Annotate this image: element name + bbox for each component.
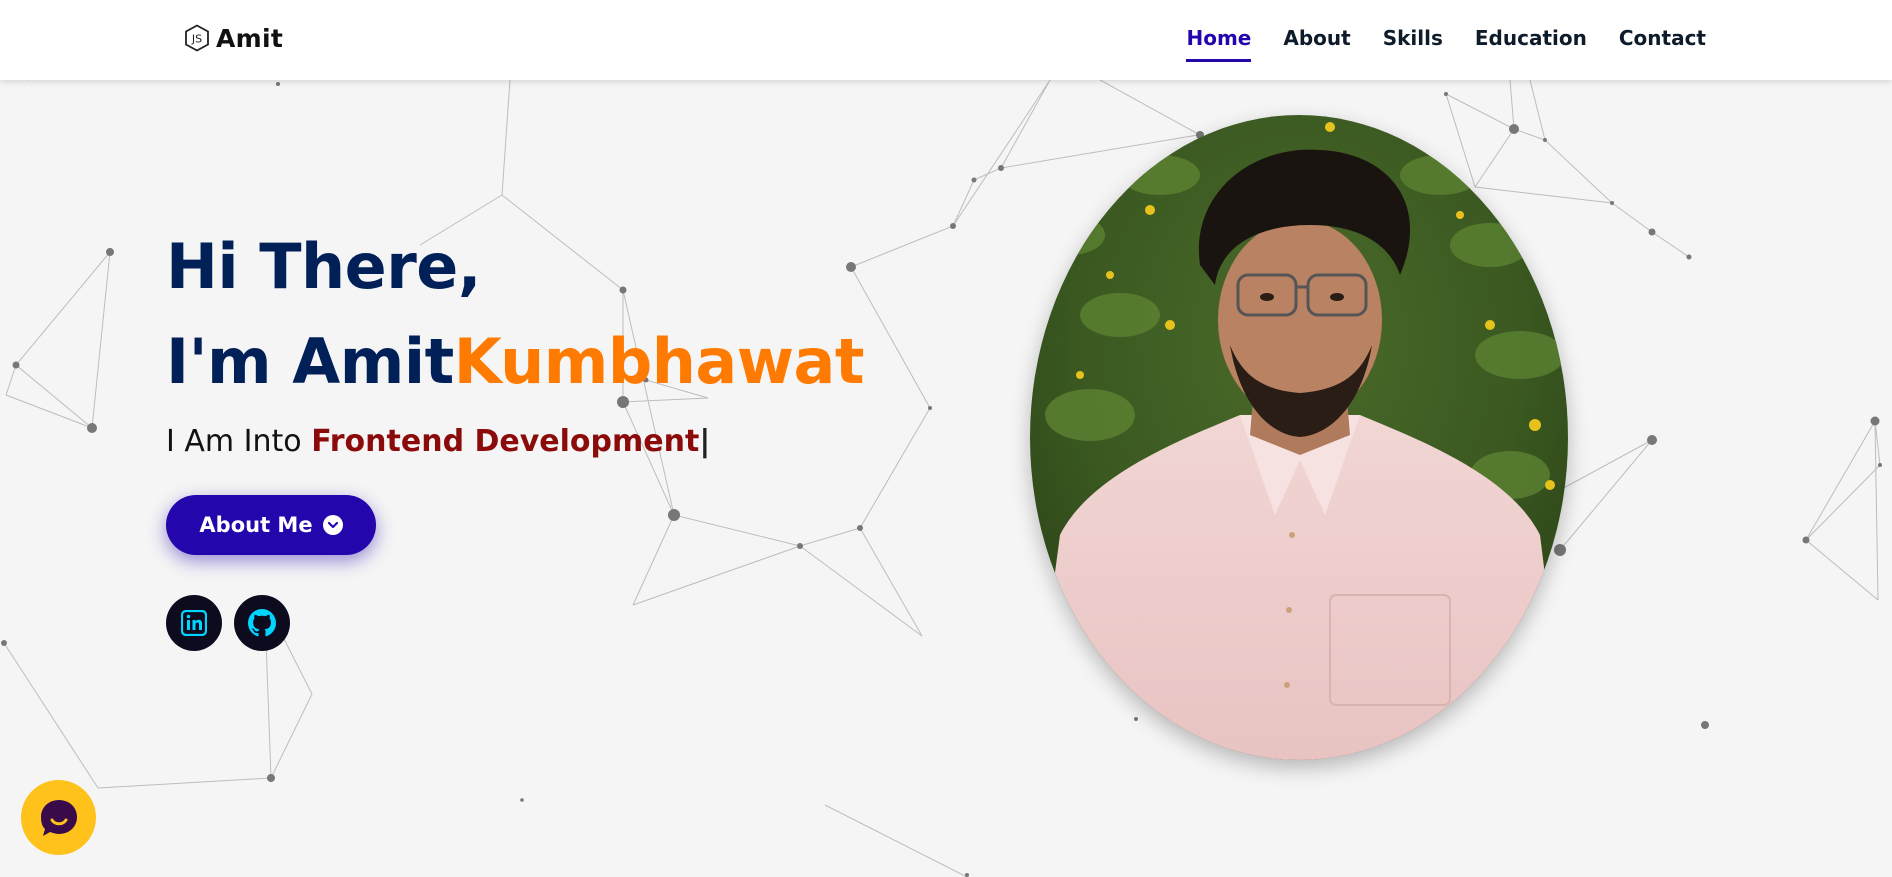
profile-photo-illustration	[1030, 115, 1568, 760]
github-icon	[248, 609, 276, 637]
linkedin-icon	[181, 610, 207, 636]
hero-subtitle: I Am Into Frontend Development|	[166, 424, 710, 459]
linkedin-link[interactable]	[166, 595, 222, 651]
navbar: JS Amit Home About Skills Education Cont…	[0, 0, 1892, 80]
nodejs-hexagon-icon: JS	[185, 24, 209, 52]
hero-name: I'm AmitKumbhawat	[166, 325, 865, 398]
typing-cursor: |	[699, 424, 711, 459]
hero-name-highlight: Kumbhawat	[453, 325, 865, 398]
nav-skills[interactable]: Skills	[1383, 25, 1443, 62]
chevron-down-circle-icon	[322, 515, 343, 535]
chat-widget-icon	[40, 799, 77, 836]
profile-photo	[1030, 115, 1568, 760]
chat-widget-button[interactable]	[21, 780, 96, 855]
nav-education[interactable]: Education	[1475, 25, 1587, 62]
nav-about[interactable]: About	[1283, 25, 1350, 62]
typed-text: Frontend Development	[311, 424, 700, 459]
about-me-button[interactable]: About Me	[166, 495, 376, 555]
svg-text:JS: JS	[191, 33, 202, 46]
hero-name-prefix: I'm Amit	[166, 325, 454, 398]
nav-contact[interactable]: Contact	[1619, 25, 1706, 62]
brand-name: Amit	[216, 23, 284, 53]
hero-greeting: Hi There,	[166, 230, 481, 303]
brand-logo[interactable]: JS Amit	[184, 22, 283, 54]
about-me-button-label: About Me	[199, 513, 313, 537]
nav-home[interactable]: Home	[1186, 25, 1252, 62]
hero-subtitle-prefix: I Am Into	[166, 424, 312, 459]
main-nav: Home About Skills Education Contact	[1186, 25, 1706, 62]
github-link[interactable]	[234, 595, 290, 651]
